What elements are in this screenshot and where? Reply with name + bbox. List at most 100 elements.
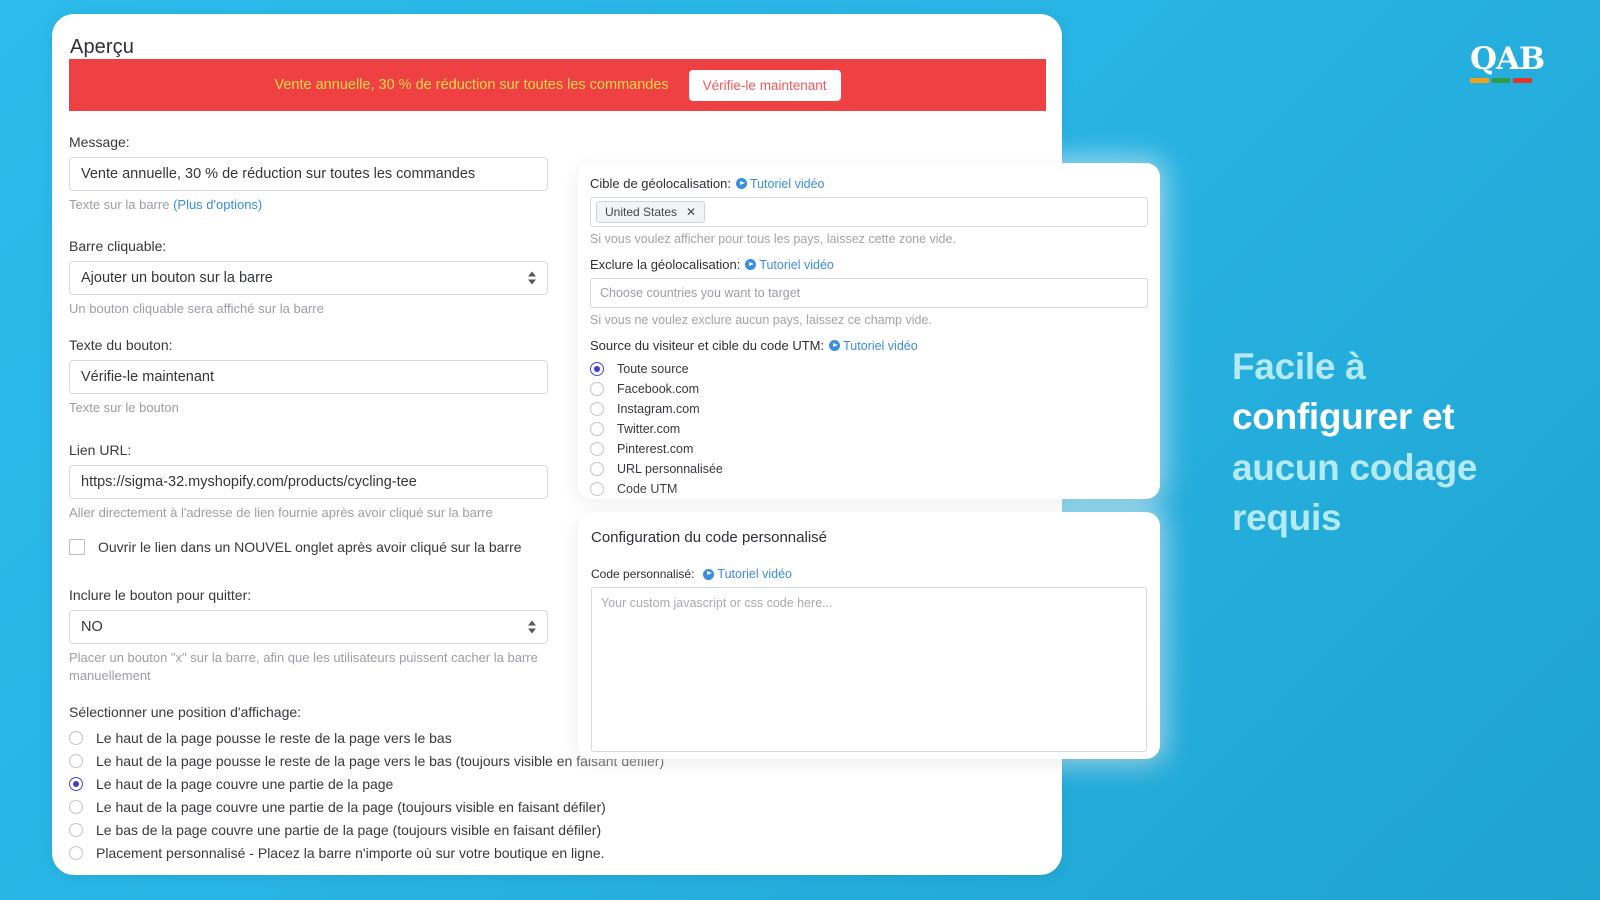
custom-code-textarea[interactable]: Your custom javascript or css code here.…: [591, 587, 1147, 752]
utm-radio-label: Facebook.com: [617, 382, 699, 396]
utm-radio-option[interactable]: URL personnalisée: [590, 459, 1148, 479]
radio-icon[interactable]: [590, 402, 604, 416]
geo-target-label: Cible de géolocalisation:: [590, 176, 731, 191]
position-radio-option[interactable]: Le bas de la page couvre une partie de l…: [69, 819, 601, 841]
radio-icon[interactable]: [69, 823, 83, 838]
qab-logo-text: QAB: [1470, 41, 1545, 77]
utm-radio-option[interactable]: Facebook.com: [590, 379, 1148, 399]
headline-line: Facile à: [1232, 346, 1366, 387]
settings-form: Message: Vente annuelle, 30 % de réducti…: [69, 134, 664, 865]
position-radio-group: Le haut de la page pousse le reste de la…: [69, 727, 664, 864]
button-text-input[interactable]: Vérifie-le maintenant: [69, 360, 548, 395]
radio-icon[interactable]: [590, 382, 604, 396]
message-input[interactable]: Vente annuelle, 30 % de réduction sur to…: [69, 157, 548, 191]
headline-line: aucun codage: [1232, 446, 1478, 488]
qab-logo-bar: [1513, 78, 1533, 83]
clickable-bar-select[interactable]: Ajouter un bouton sur la barre: [69, 261, 548, 296]
checkbox-icon[interactable]: [69, 538, 85, 555]
new-tab-checkbox-row[interactable]: Ouvrir le lien dans un NOUVEL onglet apr…: [69, 538, 569, 555]
geo-target-tutorial-link[interactable]: Tutoriel vidéo: [735, 176, 825, 191]
close-button-help: Placer un bouton "x" sur la barre, afin …: [69, 649, 538, 683]
field-url: Lien URL: https://sigma-32.myshopify.com…: [69, 442, 569, 522]
geo-exclude-label: Exclure la géolocalisation:: [590, 257, 741, 272]
radio-icon[interactable]: [590, 442, 604, 456]
preview-banner-cta-button[interactable]: Vérifie-le maintenant: [688, 69, 841, 101]
country-tag: United States ✕: [596, 201, 706, 223]
radio-icon[interactable]: [69, 754, 83, 769]
utm-radio-label: Pinterest.com: [617, 442, 694, 456]
position-label: Sélectionner une position d'affichage:: [69, 704, 302, 721]
qab-logo: QAB: [1470, 41, 1545, 83]
play-circle-icon: [745, 259, 757, 270]
custom-code-panel-title: Configuration du code personnalisé: [591, 529, 827, 546]
position-radio-option[interactable]: Le haut de la page pousse le reste de la…: [69, 727, 569, 749]
close-button-label: Inclure le bouton pour quitter:: [69, 586, 252, 603]
field-button-text: Texte du bouton: Vérifie-le maintenant T…: [69, 337, 569, 417]
field-position: Sélectionner une position d'affichage: L…: [69, 704, 664, 864]
custom-code-tutorial-label: Tutoriel vidéo: [717, 567, 792, 581]
radio-icon[interactable]: [590, 482, 604, 496]
utm-radio-label: Instagram.com: [617, 402, 700, 416]
radio-icon[interactable]: [590, 422, 604, 436]
custom-code-panel: Configuration du code personnalisé Code …: [578, 512, 1160, 759]
utm-radio-option[interactable]: Pinterest.com: [590, 439, 1148, 459]
clickable-bar-select-wrap: Ajouter un bouton sur la barre: [69, 261, 548, 296]
geo-target-label-row: Cible de géolocalisation: Tutoriel vidéo: [590, 176, 1148, 191]
clickable-bar-label: Barre cliquable:: [69, 238, 167, 255]
geo-target-input[interactable]: United States ✕: [590, 197, 1148, 227]
utm-tutorial-link[interactable]: Tutoriel vidéo: [829, 339, 918, 353]
preview-banner-message: Vente annuelle, 30 % de réduction sur to…: [274, 77, 669, 93]
geo-exclude-tutorial-link[interactable]: Tutoriel vidéo: [745, 258, 834, 272]
utm-radio-label: URL personnalisée: [617, 462, 723, 476]
position-radio-option[interactable]: Le haut de la page couvre une partie de …: [69, 796, 606, 818]
radio-icon[interactable]: [69, 731, 83, 746]
position-radio-option[interactable]: Le haut de la page couvre une partie de …: [69, 773, 569, 795]
close-button-select[interactable]: NO: [69, 609, 548, 644]
page-title: Aperçu: [70, 36, 134, 58]
radio-icon[interactable]: [69, 800, 83, 815]
new-tab-checkbox-label: Ouvrir le lien dans un NOUVEL onglet apr…: [98, 538, 522, 555]
url-input[interactable]: https://sigma-32.myshopify.com/products/…: [69, 464, 548, 499]
geo-exclude-label-row: Exclure la géolocalisation: Tutoriel vid…: [590, 257, 1148, 272]
qab-logo-bar: [1491, 78, 1511, 83]
position-radio-label: Le haut de la page pousse le reste de la…: [96, 730, 452, 747]
field-clickable-bar: Barre cliquable: Ajouter un bouton sur l…: [69, 238, 569, 318]
radio-icon[interactable]: [590, 362, 604, 376]
message-label: Message:: [69, 134, 130, 150]
message-help: Texte sur la barre (Plus d'options): [69, 196, 569, 214]
geolocation-panel: Cible de géolocalisation: Tutoriel vidéo…: [578, 163, 1160, 499]
custom-code-panel-body: Code personnalisé: Tutoriel vidéo Your c…: [578, 546, 1160, 752]
geo-exclude-tutorial-label: Tutoriel vidéo: [759, 257, 834, 272]
position-radio-label: Le haut de la page pousse le reste de la…: [96, 753, 665, 770]
play-circle-icon: [703, 568, 715, 580]
geo-target-tutorial-label: Tutoriel vidéo: [749, 176, 825, 191]
position-radio-option[interactable]: Placement personnalisé - Placez la barre…: [69, 842, 605, 864]
utm-radio-option[interactable]: Twitter.com: [590, 419, 1148, 439]
geo-exclude-help: Si vous ne voulez exclure aucun pays, la…: [590, 313, 932, 327]
message-help-text: Texte sur la barre: [69, 197, 170, 212]
preview-banner: Vente annuelle, 30 % de réduction sur to…: [69, 59, 1046, 111]
custom-code-tutorial-link[interactable]: Tutoriel vidéo: [703, 567, 792, 581]
more-options-link[interactable]: (Plus d'options): [173, 197, 262, 212]
country-tag-label: United States: [605, 205, 678, 219]
radio-icon[interactable]: [590, 462, 604, 476]
qab-logo-bar: [1470, 78, 1489, 83]
utm-radio-option[interactable]: Toute source: [590, 359, 1148, 379]
remove-tag-icon[interactable]: ✕: [686, 205, 696, 219]
url-label: Lien URL:: [69, 441, 132, 458]
radio-icon[interactable]: [69, 846, 83, 861]
field-message: Message: Vente annuelle, 30 % de réducti…: [69, 134, 569, 214]
utm-radio-option[interactable]: Code UTM: [590, 479, 1148, 499]
url-help: Aller directement à l'adresse de lien fo…: [69, 504, 493, 520]
qab-logo-bars: [1470, 78, 1533, 83]
radio-icon[interactable]: [69, 777, 83, 792]
headline-line: configurer et: [1232, 396, 1455, 438]
utm-radio-label: Toute source: [617, 362, 689, 376]
position-radio-option[interactable]: Le haut de la page pousse le reste de la…: [69, 750, 664, 772]
utm-radio-option[interactable]: Instagram.com: [590, 399, 1148, 419]
field-close-button: Inclure le bouton pour quitter: NO Place…: [69, 587, 569, 685]
utm-radio-label: Twitter.com: [617, 422, 681, 436]
geo-exclude-input[interactable]: Choose countries you want to target: [590, 278, 1148, 308]
position-radio-label: Le bas de la page couvre une partie de l…: [96, 822, 602, 839]
marketing-headline: Facile à configurer et aucun codage requis: [1232, 342, 1572, 543]
